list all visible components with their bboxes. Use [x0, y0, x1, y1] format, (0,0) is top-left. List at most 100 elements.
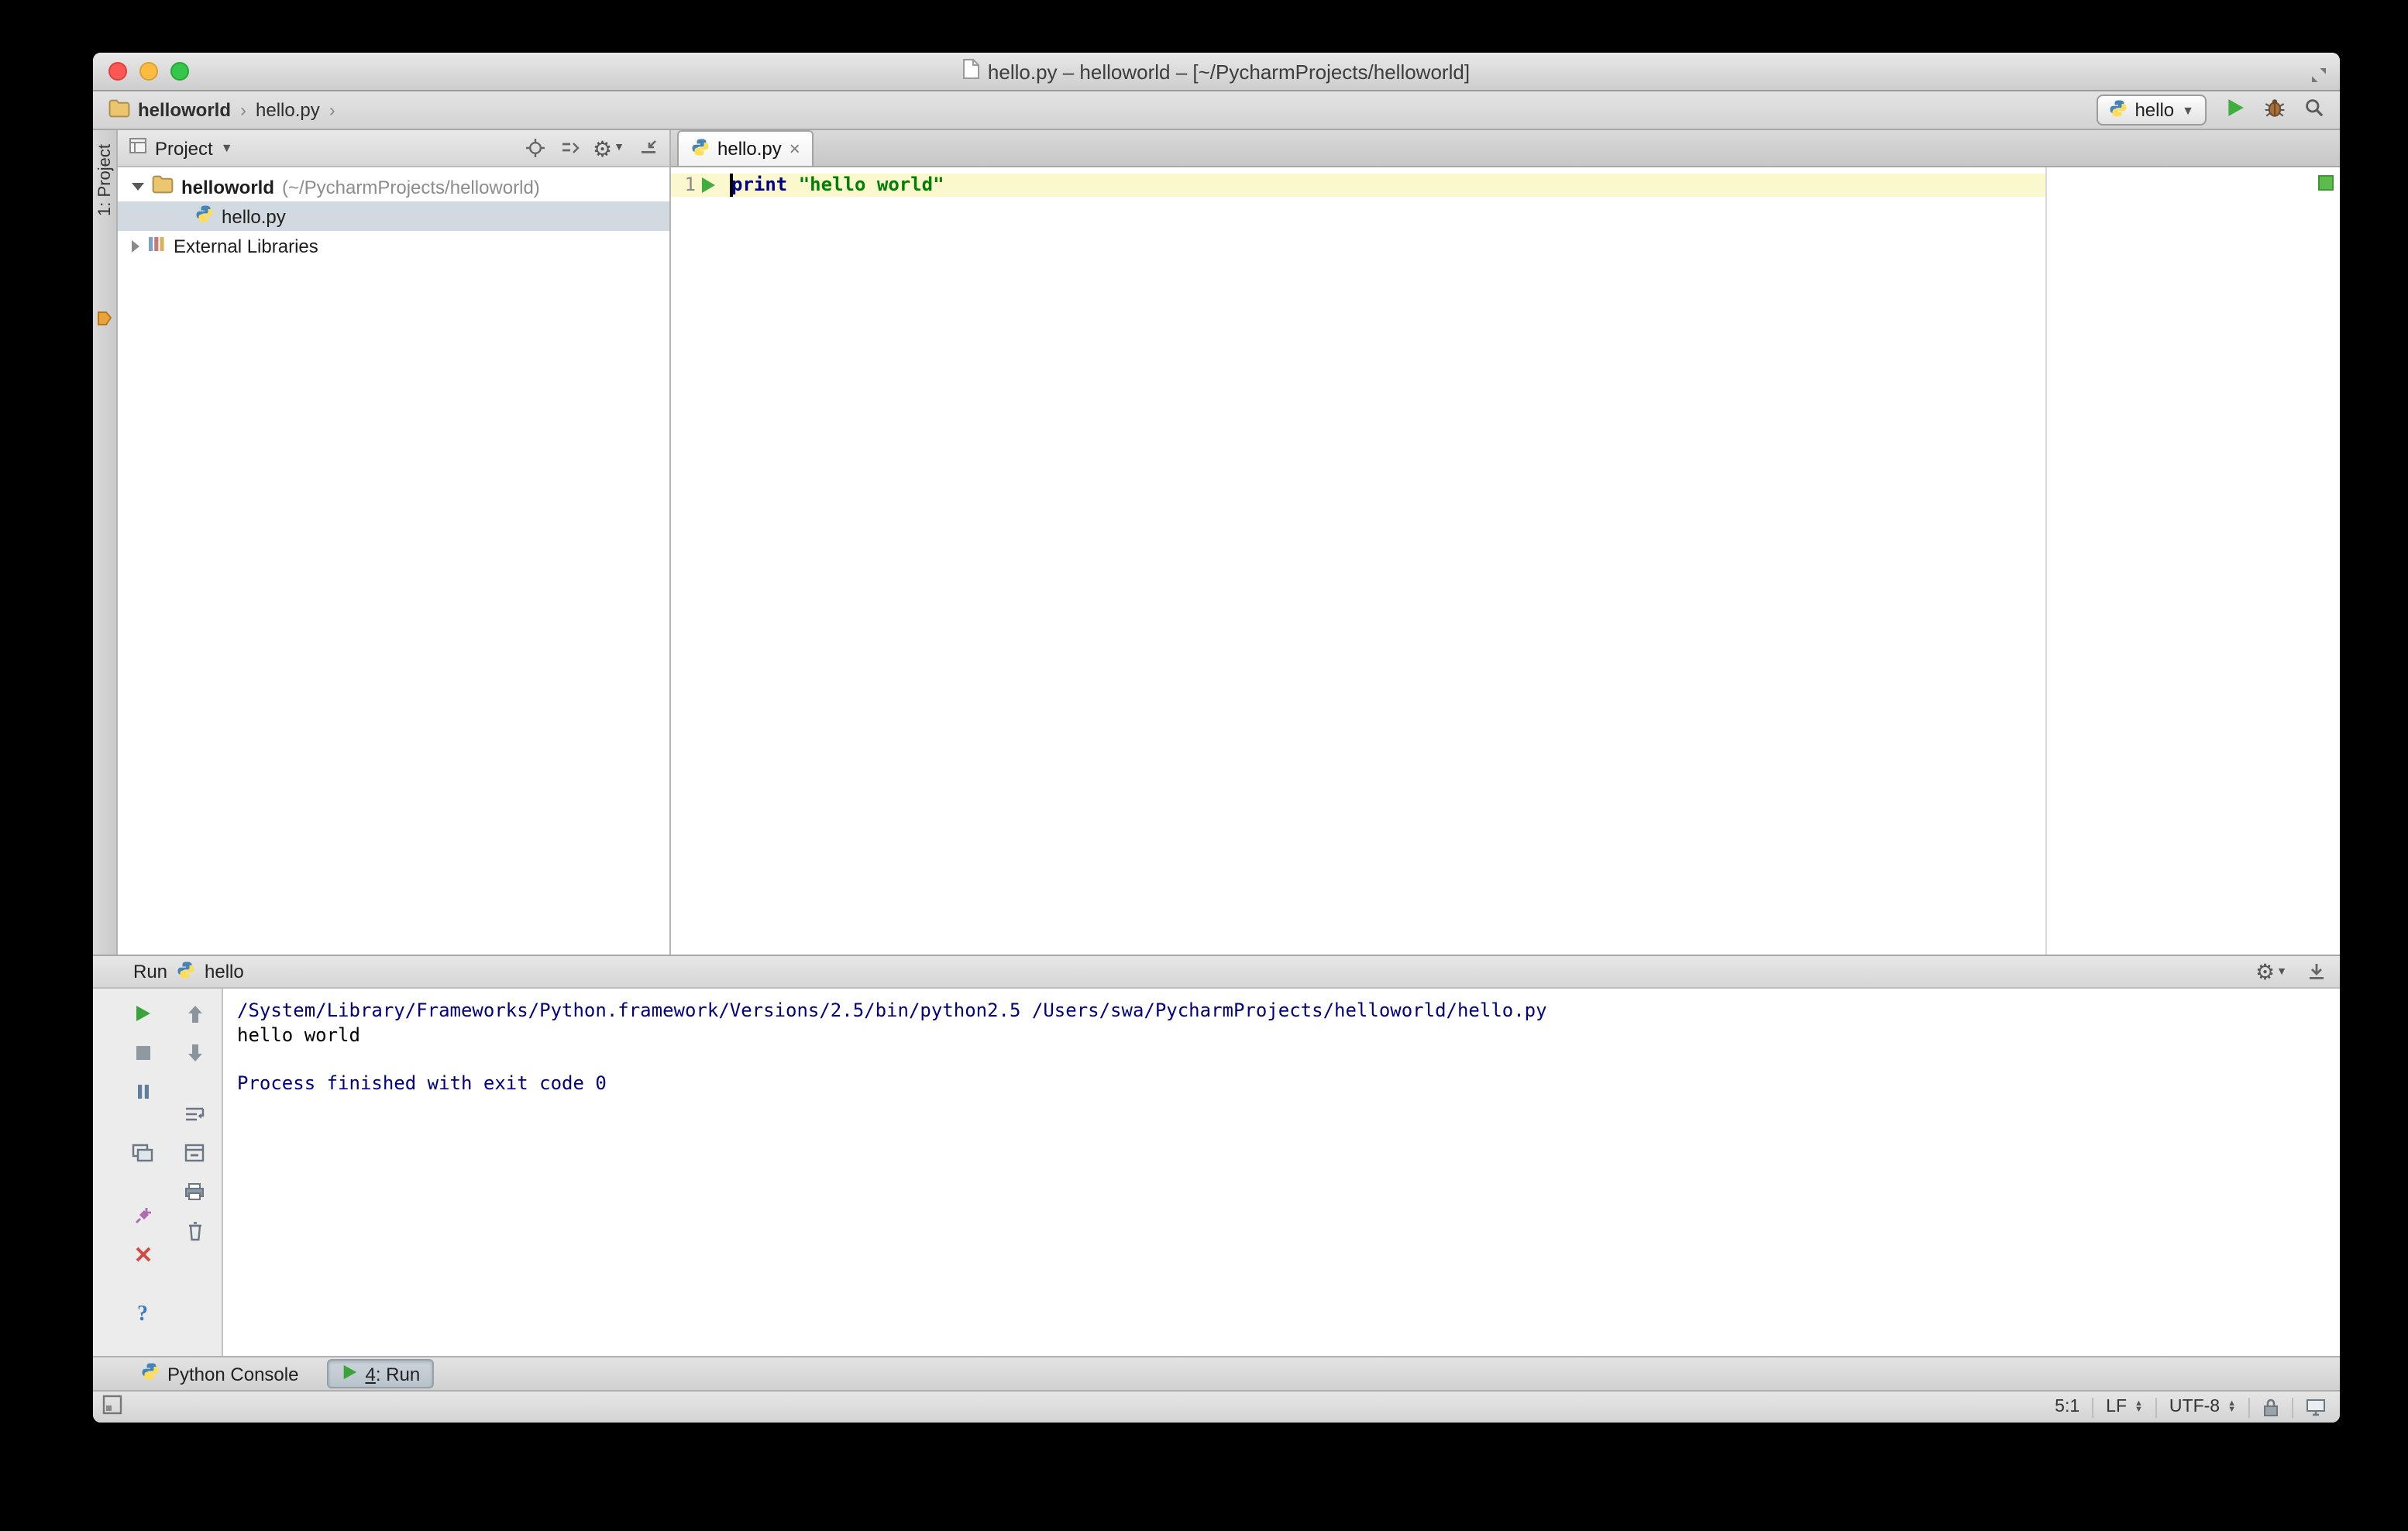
project-root-path: (~/PycharmProjects/helloworld) [282, 176, 540, 198]
code-editor[interactable]: 1 print "hello world" [671, 167, 2340, 955]
window-title: hello.py – helloworld – [~/PycharmProjec… [963, 59, 1470, 84]
editor-area: hello.py × 1 print "hello world" [671, 130, 2340, 955]
search-icon[interactable] [2304, 98, 2324, 122]
close-tab-icon[interactable]: × [789, 139, 800, 158]
breadcrumb-item-project[interactable]: helloworld [138, 99, 231, 121]
settings-gear-icon[interactable]: ⚙ ▼ [2255, 961, 2287, 982]
fullscreen-grip-icon[interactable] [2310, 64, 2327, 91]
breadcrumb: helloworld › hello.py › [108, 98, 337, 122]
python-icon [2108, 98, 2127, 122]
run-controls: hello ▼ [2096, 95, 2324, 126]
attach-process-icon[interactable] [130, 1204, 155, 1226]
run-label-rest: : Run [375, 1363, 421, 1385]
down-stack-icon[interactable] [182, 1041, 207, 1063]
print-icon[interactable] [182, 1181, 207, 1202]
minimize-window-button[interactable] [139, 62, 158, 81]
python-file-icon [195, 205, 214, 228]
stop-button[interactable] [130, 1041, 155, 1063]
close-window-button[interactable] [108, 62, 127, 81]
expanded-arrow-icon[interactable] [132, 183, 144, 191]
help-icon[interactable]: ? [130, 1303, 155, 1326]
show-console-icon[interactable] [130, 1142, 155, 1164]
run-panel-header-icons: ⚙ ▼ [2255, 961, 2326, 982]
project-stripe-button[interactable]: 1: Project [95, 144, 114, 216]
pycharm-window: hello.py – helloworld – [~/PycharmProjec… [93, 53, 2340, 1423]
run-panel-title: Run [133, 961, 168, 982]
soft-wrap-icon[interactable] [182, 1103, 207, 1125]
panel-icon [129, 136, 147, 160]
toggle-toolwindow-bars-icon[interactable] [102, 1395, 122, 1419]
tree-row-project-root[interactable]: helloworld (~/PycharmProjects/helloworld… [118, 172, 669, 201]
window-title-text: hello.py – helloworld – [~/PycharmProjec… [987, 60, 1471, 83]
caret-position-widget[interactable]: 5:1 [2055, 1398, 2079, 1416]
python-icon [177, 960, 195, 983]
line-number: 1 [684, 174, 696, 195]
project-panel-toolbar: ⚙ ▼ [525, 137, 659, 159]
file-name-label: hello.py [222, 205, 286, 227]
run-panel-header: Run hello ⚙ ▼ [93, 956, 2340, 989]
hide-panel-icon[interactable] [638, 138, 659, 158]
run-tool-window-button[interactable]: 4: Run [326, 1359, 435, 1388]
code-line: print "hello world" [731, 174, 944, 197]
up-stack-icon[interactable] [182, 1003, 207, 1024]
clear-console-icon[interactable] [182, 1220, 207, 1241]
divider [2292, 1397, 2293, 1417]
scroll-to-end-icon[interactable] [182, 1142, 207, 1164]
run-line-marker-icon[interactable] [700, 177, 716, 198]
project-view-select[interactable]: Project ▼ [155, 137, 233, 159]
close-panel-button[interactable] [130, 1243, 155, 1264]
chevron-right-icon: › [329, 99, 335, 121]
favorites-stripe-icon[interactable] [96, 307, 113, 335]
run-toolbar-secondary [167, 989, 222, 1356]
collapsed-arrow-icon[interactable] [132, 239, 139, 252]
run-configuration-select[interactable]: hello ▼ [2096, 95, 2207, 126]
spinner-arrows-icon: ▲ ▼ [2135, 1399, 2143, 1415]
debug-button[interactable] [2264, 98, 2286, 122]
project-panel-header: Project ▼ ⚙ ▼ [118, 130, 669, 167]
tool-window-buttons-bar: Python Console 4: Run [93, 1356, 2340, 1390]
titlebar[interactable]: hello.py – helloworld – [~/PycharmProjec… [93, 53, 2340, 91]
encoding-widget[interactable]: UTF-8 ▲ ▼ [2169, 1398, 2236, 1416]
editor-tab-bar: hello.py × [671, 130, 2340, 167]
display-icon[interactable] [2306, 1398, 2326, 1416]
library-icon [147, 234, 166, 257]
divider [2155, 1397, 2157, 1417]
breadcrumb-item-file[interactable]: hello.py [256, 99, 320, 121]
rerun-button[interactable] [130, 1003, 155, 1024]
spinner-arrows-icon: ▲ ▼ [2227, 1399, 2236, 1415]
divider [2248, 1397, 2250, 1417]
project-tree: helloworld (~/PycharmProjects/helloworld… [118, 167, 669, 260]
settings-gear-icon[interactable]: ⚙ ▼ [593, 137, 624, 159]
run-toolbar-primary: ? [118, 989, 167, 1356]
zoom-window-button[interactable] [170, 62, 189, 81]
navigation-bar: helloworld › hello.py › hello ▼ [93, 91, 2340, 130]
desktop: hello.py – helloworld – [~/PycharmProjec… [0, 0, 2408, 1531]
pause-button[interactable] [130, 1080, 155, 1102]
python-icon [141, 1362, 160, 1385]
scroll-from-source-icon[interactable] [525, 138, 545, 158]
run-console-output[interactable]: /System/Library/Frameworks/Python.framew… [222, 989, 2340, 1356]
tree-row-hello-py[interactable]: hello.py [118, 201, 669, 231]
chevron-down-icon: ▼ [220, 141, 233, 155]
hide-panel-icon[interactable] [2307, 962, 2326, 981]
folder-icon [152, 175, 174, 198]
project-view-label: Project [155, 137, 213, 159]
python-console-button[interactable]: Python Console [127, 1359, 312, 1388]
inspection-status-indicator[interactable] [2318, 175, 2334, 191]
tree-row-external-libraries[interactable]: External Libraries [118, 231, 669, 260]
console-line: hello world [237, 1024, 360, 1045]
tab-label: hello.py [717, 138, 782, 160]
tab-hello-py[interactable]: hello.py × [677, 130, 814, 166]
line-separator-widget[interactable]: LF ▲ ▼ [2106, 1398, 2143, 1416]
right-margin-guide [2045, 167, 2047, 955]
readonly-lock-icon[interactable] [2262, 1397, 2279, 1417]
run-button[interactable] [2225, 98, 2245, 122]
project-root-name: helloworld [181, 176, 274, 198]
chevron-down-icon: ▼ [2182, 103, 2194, 117]
python-file-icon [691, 137, 710, 160]
run-button-label: 4: Run [365, 1363, 420, 1385]
collapse-all-icon[interactable] [559, 138, 579, 158]
run-configuration-name: hello [2135, 99, 2175, 121]
play-icon [340, 1363, 357, 1385]
